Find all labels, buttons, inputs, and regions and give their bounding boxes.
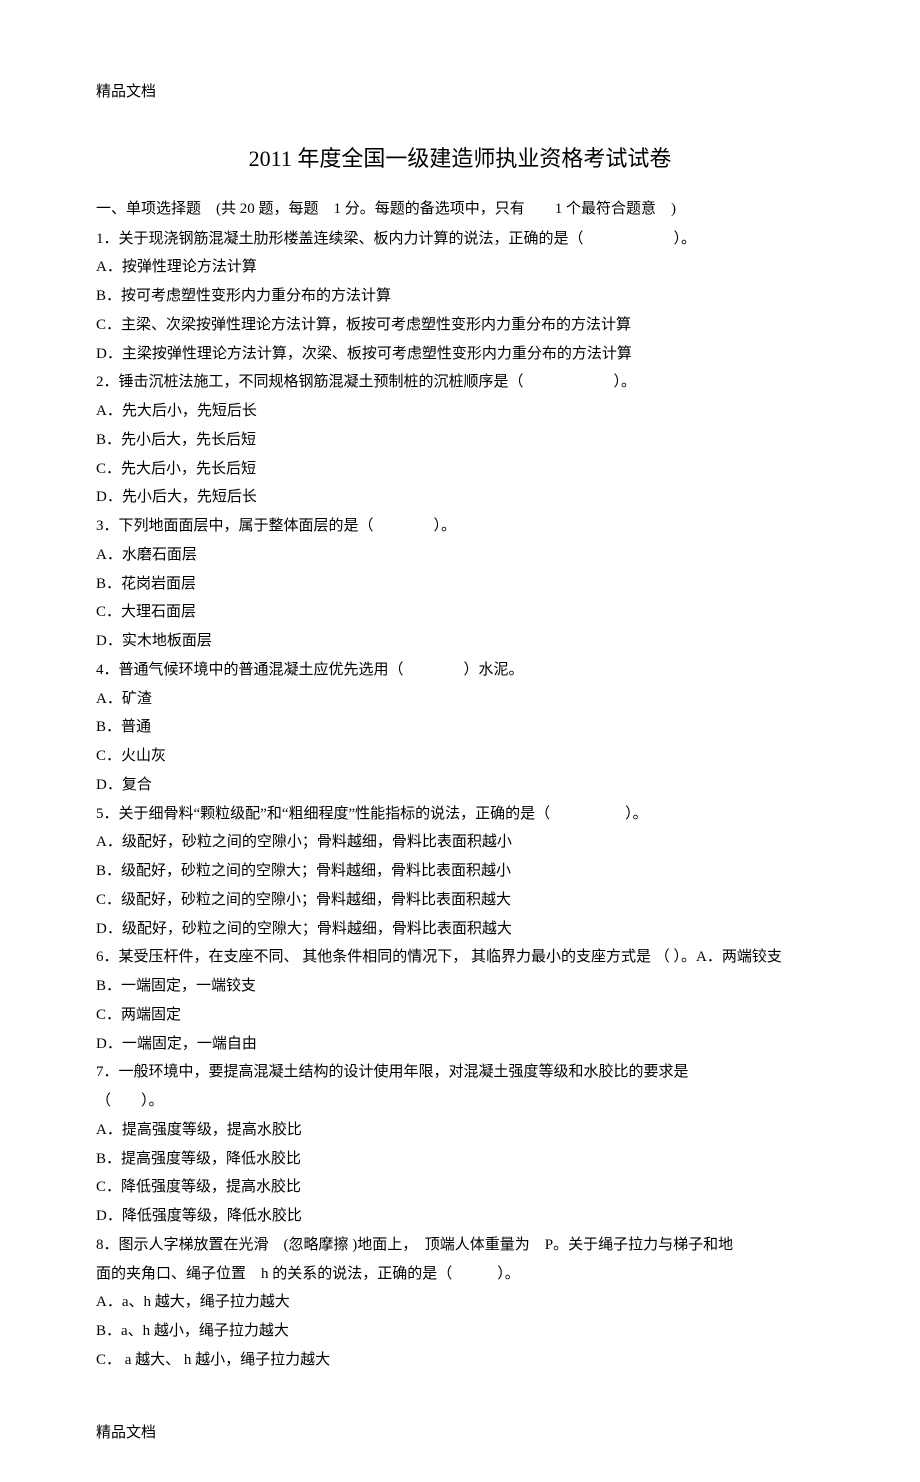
- q1-option-c: C．主梁、次梁按弹性理论方法计算，板按可考虑塑性变形内力重分布的方法计算: [96, 313, 824, 338]
- q7-option-d: D．降低强度等级，降低水胶比: [96, 1204, 824, 1229]
- document-header: 精品文档: [96, 80, 824, 101]
- q2-option-a: A．先大后小，先短后长: [96, 399, 824, 424]
- q4-stem: 4．普通气候环境中的普通混凝土应优先选用（ ）水泥。: [96, 658, 824, 683]
- q6-option-c: C．两端固定: [96, 1003, 824, 1028]
- q4-option-d: D．复合: [96, 773, 824, 798]
- q5-option-d: D．级配好，砂粒之间的空隙大；骨料越细，骨料比表面积越大: [96, 917, 824, 942]
- q4-option-b: B．普通: [96, 715, 824, 740]
- q5-option-a: A．级配好，砂粒之间的空隙小；骨料越细，骨料比表面积越小: [96, 830, 824, 855]
- page: 精品文档 2011 年度全国一级建造师执业资格考试试卷 一、单项选择题 (共 2…: [0, 0, 920, 1482]
- q2-option-d: D．先小后大，先短后长: [96, 485, 824, 510]
- q4-option-c: C．火山灰: [96, 744, 824, 769]
- q6-option-d: D．一端固定，一端自由: [96, 1032, 824, 1057]
- q8-option-c: C． a 越大、 h 越小，绳子拉力越大: [96, 1348, 824, 1373]
- q7-option-b: B．提高强度等级，降低水胶比: [96, 1147, 824, 1172]
- q3-option-b: B．花岗岩面层: [96, 572, 824, 597]
- q3-option-a: A．水磨石面层: [96, 543, 824, 568]
- document-footer: 精品文档: [96, 1421, 824, 1442]
- q2-stem: 2．锤击沉桩法施工，不同规格钢筋混凝土预制桩的沉桩顺序是（ ）。: [96, 370, 824, 395]
- q2-option-c: C．先大后小，先长后短: [96, 457, 824, 482]
- document-title: 2011 年度全国一级建造师执业资格考试试卷: [96, 141, 824, 173]
- q7-option-a: A．提高强度等级，提高水胶比: [96, 1118, 824, 1143]
- q2-option-b: B．先小后大，先长后短: [96, 428, 824, 453]
- q3-stem: 3．下列地面面层中，属于整体面层的是（ ）。: [96, 514, 824, 539]
- q6-option-b: B．一端固定，一端铰支: [96, 974, 824, 999]
- q5-stem: 5．关于细骨料“颗粒级配”和“粗细程度”性能指标的说法，正确的是（ ）。: [96, 802, 824, 827]
- q3-option-c: C．大理石面层: [96, 600, 824, 625]
- q1-option-b: B．按可考虑塑性变形内力重分布的方法计算: [96, 284, 824, 309]
- q8-stem-line1: 8．图示人字梯放置在光滑 (忽略摩擦 )地面上， 顶端人体重量为 P。关于绳子拉…: [96, 1233, 824, 1258]
- q1-stem: 1．关于现浇钢筋混凝土肋形楼盖连续梁、板内力计算的说法，正确的是（ ）。: [96, 227, 824, 252]
- q3-option-d: D．实木地板面层: [96, 629, 824, 654]
- q7-stem-line1: 7．一般环境中，要提高混凝土结构的设计使用年限，对混凝土强度等级和水胶比的要求是: [96, 1060, 824, 1085]
- q1-option-a: A．按弹性理论方法计算: [96, 255, 824, 280]
- q8-option-b: B．a、h 越小，绳子拉力越大: [96, 1319, 824, 1344]
- q4-option-a: A．矿渣: [96, 687, 824, 712]
- q5-option-b: B．级配好，砂粒之间的空隙大；骨料越细，骨料比表面积越小: [96, 859, 824, 884]
- q8-stem-line2: 面的夹角口、绳子位置 h 的关系的说法，正确的是（ ）。: [96, 1262, 824, 1287]
- q7-option-c: C．降低强度等级，提高水胶比: [96, 1175, 824, 1200]
- q6-stem-and-a: 6．某受压杆件，在支座不同、 其他条件相同的情况下， 其临界力最小的支座方式是 …: [96, 945, 824, 970]
- q1-option-d: D．主梁按弹性理论方法计算，次梁、板按可考虑塑性变形内力重分布的方法计算: [96, 342, 824, 367]
- q5-option-c: C．级配好，砂粒之间的空隙小；骨料越细，骨料比表面积越大: [96, 888, 824, 913]
- section-1-heading: 一、单项选择题 (共 20 题，每题 1 分。每题的备选项中，只有 1 个最符合…: [96, 197, 824, 223]
- q7-stem-line2: （ ）。: [96, 1089, 824, 1114]
